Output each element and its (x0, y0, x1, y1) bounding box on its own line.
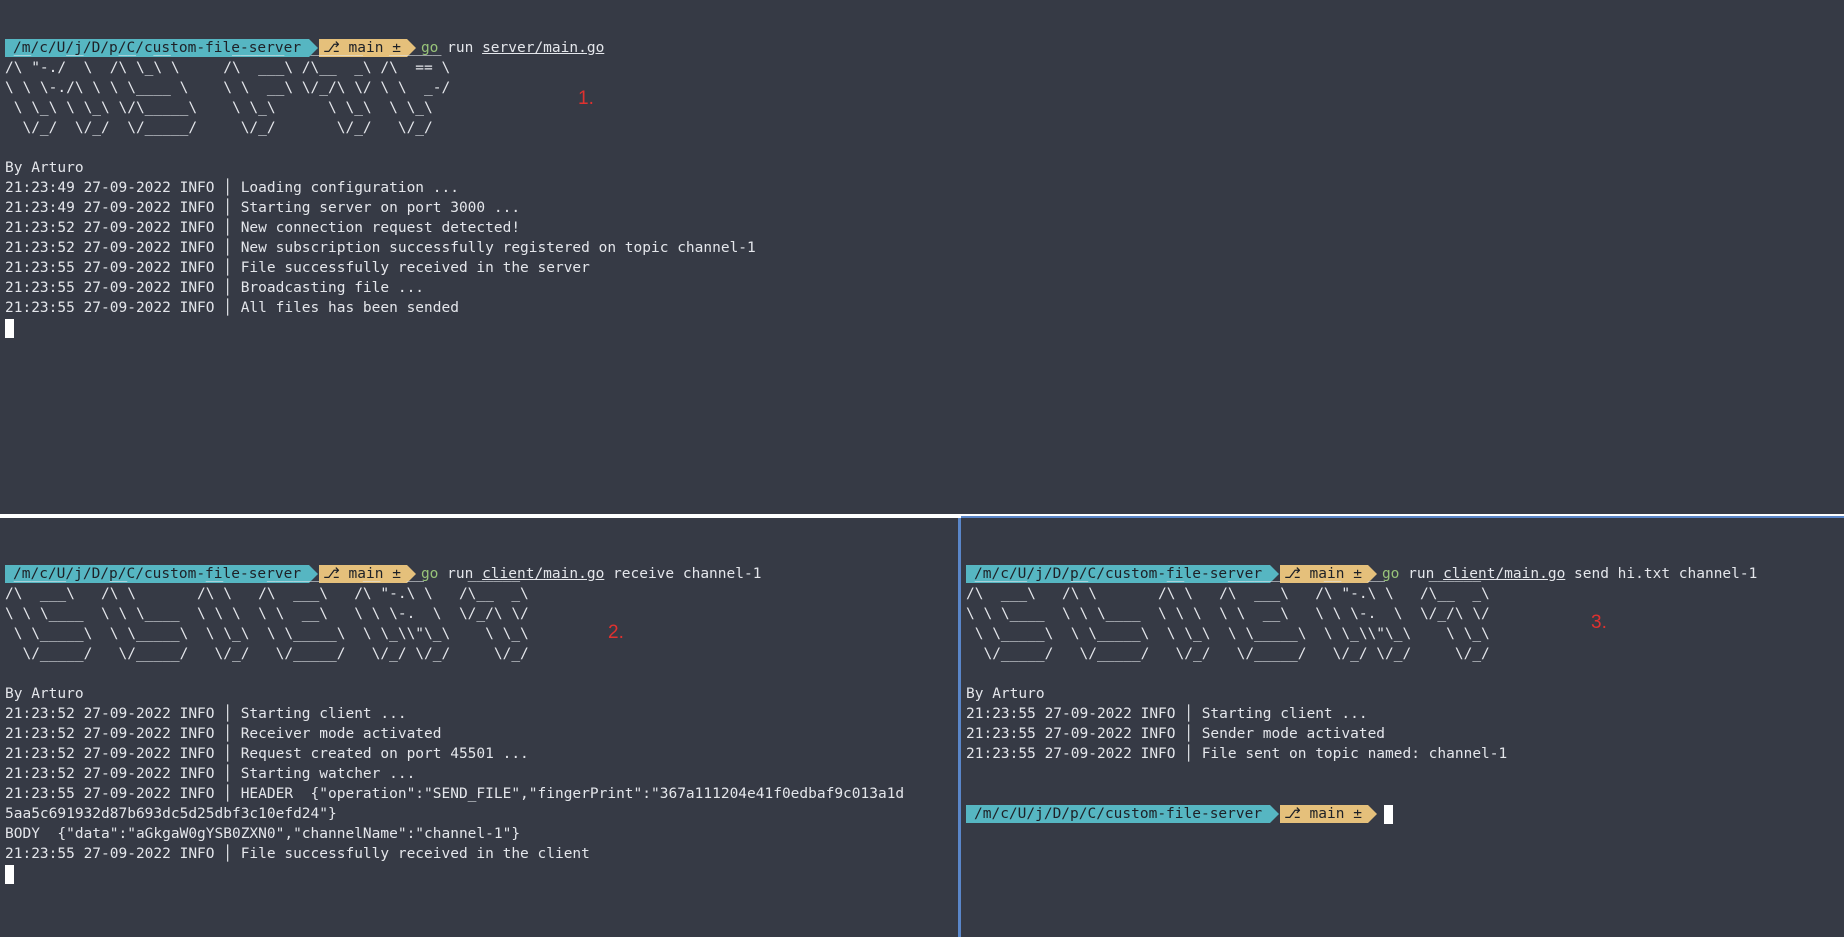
command-line: /m/c/U/j/D/p/C/custom-file-server ⎇ main… (5, 0, 604, 57)
log-line: 21:23:55 27-09-2022 INFO │ HEADER {"oper… (5, 786, 905, 802)
log-line: 21:23:55 27-09-2022 INFO │ All files has… (5, 300, 459, 316)
command-line-idle[interactable]: /m/c/U/j/D/p/C/custom-file-server ⎇ main… (966, 764, 1393, 824)
log-line: 21:23:55 27-09-2022 INFO │ Broadcasting … (5, 280, 425, 296)
command-line: /m/c/U/j/D/p/C/custom-file-server ⎇ main… (5, 524, 761, 583)
ascii-banner-client: ______ __ __ ______ __ __ ______ /\ ___\… (966, 566, 1490, 662)
terminal-pane-server[interactable]: /m/c/U/j/D/p/C/custom-file-server ⎇ main… (0, 0, 1844, 514)
ascii-banner-mty: __ __ __ __ ______ ______ ______ /\ "-./… (5, 40, 451, 136)
command-path: server/main.go (482, 40, 605, 56)
ascii-banner-client: ______ __ __ ______ __ __ ______ /\ ___\… (5, 566, 529, 662)
terminal-cursor (5, 865, 14, 884)
log-line: 21:23:55 27-09-2022 INFO │ Sender mode a… (966, 726, 1386, 742)
log-line: BODY {"data":"aGkgaW0gYSB0ZXN0","channel… (5, 826, 521, 842)
log-line: 21:23:55 27-09-2022 INFO │ Starting clie… (966, 706, 1368, 722)
annotation-marker-1: 1. (578, 88, 594, 109)
log-line: 21:23:55 27-09-2022 INFO │ File sent on … (966, 746, 1508, 762)
terminal-pane-sender[interactable]: /m/c/U/j/D/p/C/custom-file-server ⎇ main… (961, 518, 1844, 937)
command-run: run (447, 40, 474, 56)
annotation-marker-3: 3. (1591, 612, 1607, 633)
author-line: By Arturo (5, 686, 84, 702)
log-line: 21:23:52 27-09-2022 INFO │ New connectio… (5, 220, 521, 236)
annotation-marker-2: 2. (608, 622, 624, 643)
log-line: 21:23:55 27-09-2022 INFO │ File successf… (5, 846, 590, 862)
log-line: 21:23:52 27-09-2022 INFO │ Starting watc… (5, 766, 416, 782)
author-line: By Arturo (5, 160, 84, 176)
log-line: 21:23:55 27-09-2022 INFO │ File successf… (5, 260, 590, 276)
author-line: By Arturo (966, 686, 1045, 702)
log-line: 21:23:52 27-09-2022 INFO │ Request creat… (5, 746, 529, 762)
log-line: 21:23:52 27-09-2022 INFO │ Receiver mode… (5, 726, 442, 742)
terminal-cursor (1383, 804, 1393, 824)
log-line: 21:23:52 27-09-2022 INFO │ New subscript… (5, 240, 756, 256)
shell-prompt: /m/c/U/j/D/p/C/custom-file-server ⎇ main… (966, 804, 1393, 824)
prompt-git-branch: ⎇ main ± (1280, 805, 1377, 823)
command-args: send hi.txt channel-1 (1574, 566, 1758, 582)
log-line: 21:23:49 27-09-2022 INFO │ Starting serv… (5, 200, 521, 216)
prompt-directory: /m/c/U/j/D/p/C/custom-file-server (966, 805, 1280, 823)
log-line: 21:23:49 27-09-2022 INFO │ Loading confi… (5, 180, 459, 196)
command-args: receive channel-1 (613, 566, 762, 582)
terminal-cursor (5, 319, 14, 338)
git-branch-icon: ⎇ (1284, 806, 1310, 822)
log-line-wrap: 5aa5c691932d87b693dc5d25dbf3c10efd24"} (5, 806, 337, 822)
terminal-pane-receiver[interactable]: /m/c/U/j/D/p/C/custom-file-server ⎇ main… (0, 518, 958, 937)
command-line: /m/c/U/j/D/p/C/custom-file-server ⎇ main… (966, 524, 1757, 583)
log-line: 21:23:52 27-09-2022 INFO │ Starting clie… (5, 706, 407, 722)
